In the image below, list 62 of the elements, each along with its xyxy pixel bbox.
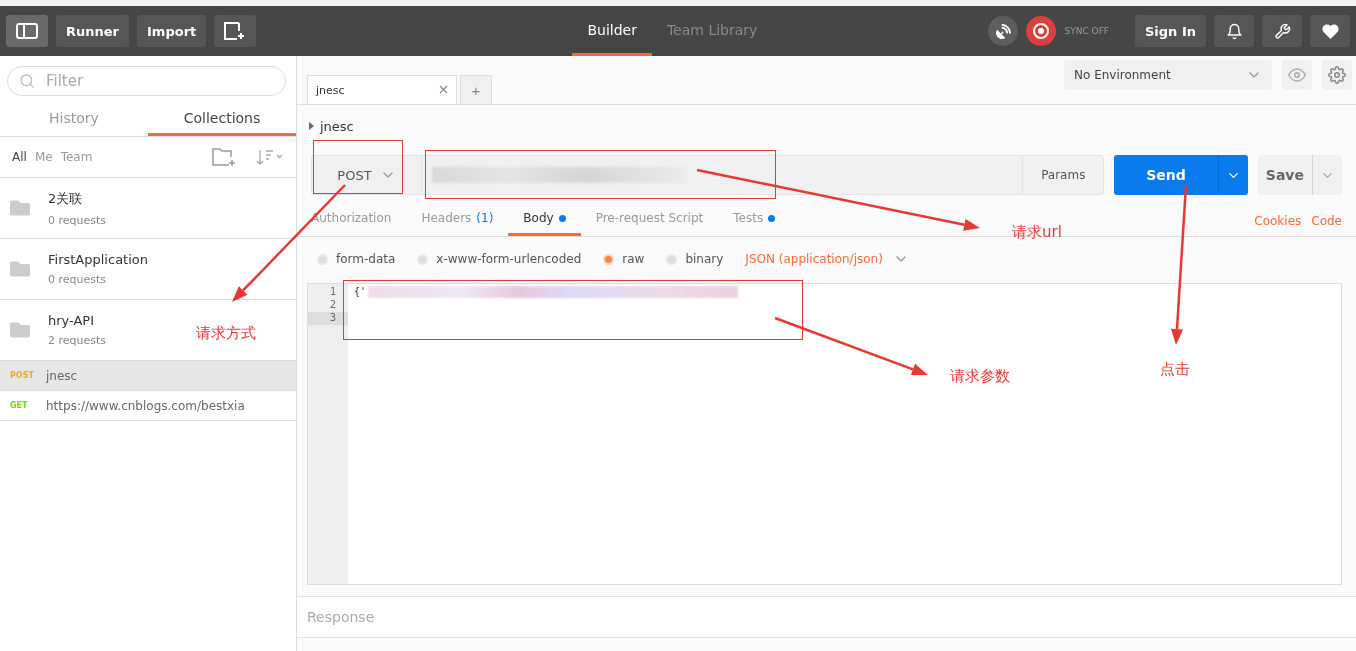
method-select[interactable]: POST (312, 156, 422, 194)
heart-button[interactable] (1310, 15, 1350, 47)
body-mode-radio[interactable]: raw (603, 252, 645, 266)
settings-button[interactable] (1262, 15, 1302, 47)
settings-icon (1328, 66, 1346, 84)
eye-icon (1288, 66, 1306, 84)
bell-icon (1225, 22, 1243, 40)
toolbar-button[interactable]: Runner (56, 15, 129, 47)
sign-in-button[interactable]: Sign In (1135, 15, 1206, 47)
folder-icon (10, 259, 30, 279)
header-count: (1) (476, 211, 494, 225)
new-window-icon (224, 22, 247, 40)
collection-name[interactable]: FirstApplication (48, 252, 148, 267)
request-name: https://www.cnblogs.com/bestxia (46, 398, 245, 413)
scope-filter[interactable]: All (12, 150, 27, 164)
request-tab[interactable]: jnesc (307, 75, 457, 104)
request-item[interactable]: POST jnesc (0, 361, 296, 391)
method-label: POST (10, 371, 32, 380)
request-subtab[interactable]: Body (508, 211, 581, 236)
wrench-icon (1273, 22, 1291, 40)
collection-name[interactable]: hry-API (48, 313, 107, 328)
sidebar-toggle-button[interactable] (6, 15, 48, 47)
subtab-label: Tests (733, 211, 764, 225)
annotation-label: 点击 (1160, 360, 1190, 379)
tab-title: jnesc (316, 83, 345, 97)
folder-icon (10, 198, 30, 218)
filter-field[interactable]: Filter (7, 66, 286, 96)
request-name: jnesc (46, 368, 78, 383)
breadcrumb: jnesc (320, 118, 354, 134)
subtab-label: Pre-request Script (595, 211, 704, 225)
sync-icon[interactable] (1026, 16, 1057, 46)
caret-icon[interactable] (309, 122, 314, 130)
response-header: Response (297, 596, 1356, 638)
annotation-label: 请求url (1012, 223, 1062, 242)
body-mode-radio[interactable]: form-data (317, 252, 396, 266)
subtab-label: Headers (421, 211, 472, 225)
line-number: 3 (308, 312, 348, 325)
settings-button[interactable] (1322, 60, 1352, 90)
folder-icon (10, 320, 30, 340)
satellite-icon[interactable] (988, 16, 1019, 46)
collection-name[interactable]: 2关联 (48, 189, 107, 208)
annotation-label: 请求方式 (196, 324, 256, 343)
heart-icon (1321, 22, 1339, 40)
line-number: 1 (328, 286, 337, 299)
body-mode-radio[interactable]: x-www-form-urlencoded (417, 252, 582, 266)
request-count: 0 requests (48, 273, 108, 286)
body-mode-radio[interactable]: binary (666, 252, 724, 266)
annotation-label: 请求参数 (950, 367, 1010, 386)
line-number: 2 (328, 299, 337, 312)
sidebar-icon (16, 23, 38, 39)
subtab-label: Body (523, 211, 554, 225)
request-count: 0 requests (48, 213, 107, 227)
code-text: {' (354, 286, 367, 297)
request-subtab[interactable]: Headers (1) (406, 211, 509, 236)
toolbar-button[interactable]: Import (137, 15, 207, 47)
params-button[interactable]: Params (1023, 156, 1104, 194)
notifications-button[interactable] (1214, 15, 1254, 47)
new-window-button[interactable] (214, 15, 257, 47)
environment-select[interactable]: No Environment (1064, 60, 1272, 90)
request-count: 2 requests (48, 334, 107, 347)
sync-status: SYNC OFF (1064, 26, 1109, 36)
method-label: GET (10, 401, 29, 410)
